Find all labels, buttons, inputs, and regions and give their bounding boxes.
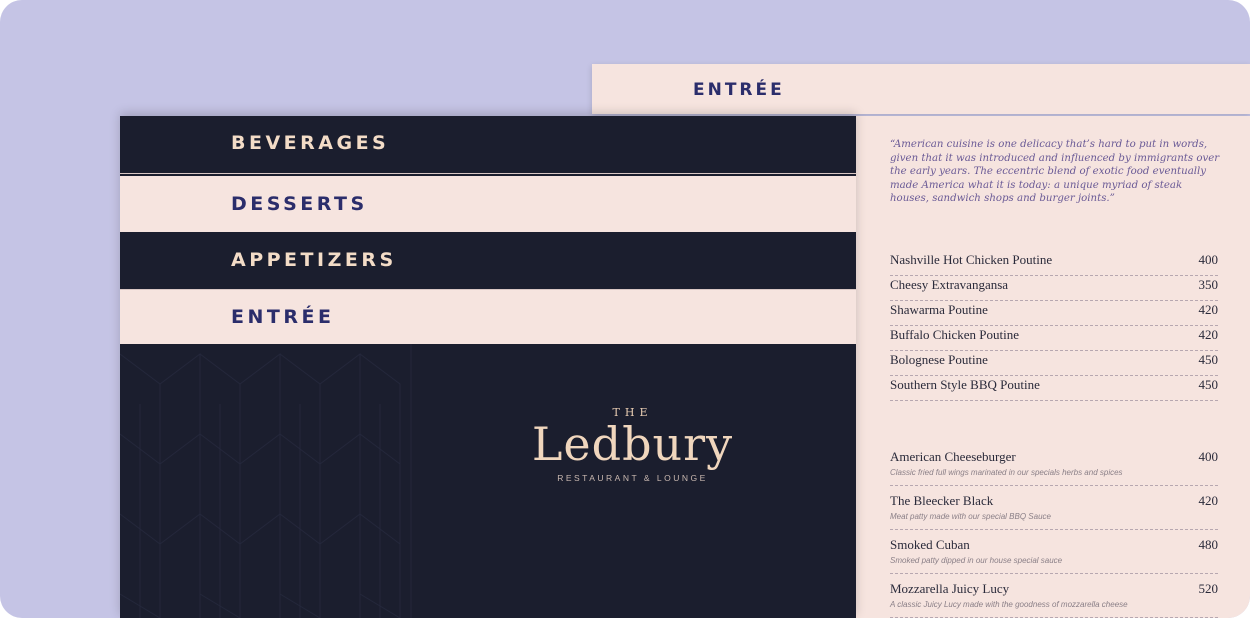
- list-item[interactable]: Bolognese Poutine 450: [890, 351, 1218, 376]
- item-name: Buffalo Chicken Poutine: [890, 327, 1020, 342]
- item-price: 420: [1198, 493, 1219, 508]
- tab-entree-label: ENTRÉE: [693, 80, 785, 100]
- list-item[interactable]: Mozzarella Juicy Lucy 520 A classic Juic…: [890, 574, 1218, 618]
- item-price: 420: [1198, 302, 1219, 317]
- item-name: Smoked Cuban: [890, 537, 970, 552]
- item-description: Smoked patty dipped in our house special…: [890, 556, 1063, 565]
- item-name: Mozzarella Juicy Lucy: [890, 581, 1010, 596]
- list-item[interactable]: Cheesy Extravangansa 350: [890, 276, 1218, 301]
- background-frame: ENTRÉE “American cuisine is one delicacy…: [0, 0, 1250, 618]
- decorative-pattern: [120, 344, 412, 618]
- logo-subtitle: RESTAURANT & LOUNGE: [557, 473, 708, 483]
- item-price: 400: [1198, 252, 1219, 267]
- item-price: 350: [1198, 277, 1219, 292]
- item-price: 450: [1198, 352, 1219, 367]
- list-item[interactable]: Southern Style BBQ Poutine 450: [890, 376, 1218, 401]
- item-price: 450: [1198, 377, 1219, 392]
- item-name: Shawarma Poutine: [890, 302, 988, 317]
- item-name: Southern Style BBQ Poutine: [890, 377, 1040, 392]
- item-name: The Bleecker Black: [890, 493, 994, 508]
- list-item[interactable]: The Bleecker Black 420 Meat patty made w…: [890, 486, 1218, 530]
- item-name: Nashville Hot Chicken Poutine: [890, 252, 1053, 267]
- restaurant-logo: THE Ledbury RESTAURANT & LOUNGE: [500, 406, 765, 483]
- tab-entree-header[interactable]: ENTRÉE: [592, 64, 1250, 114]
- tab-appetizers-label: APPETIZERS: [231, 249, 397, 271]
- logo-name: Ledbury: [531, 417, 734, 471]
- burger-list: American Cheeseburger 400 Classic fried …: [890, 442, 1218, 618]
- item-description: Classic fried full wings marinated in ou…: [890, 468, 1123, 477]
- tab-desserts[interactable]: DESSERTS: [120, 176, 856, 232]
- menu-content-panel: “American cuisine is one delicacy that’s…: [856, 116, 1250, 618]
- list-item[interactable]: Nashville Hot Chicken Poutine 400: [890, 251, 1218, 276]
- item-name: Bolognese Poutine: [890, 352, 988, 367]
- tab-beverages-label: BEVERAGES: [231, 132, 390, 154]
- item-name: Cheesy Extravangansa: [890, 277, 1009, 292]
- tab-entree[interactable]: ENTRÉE: [120, 290, 856, 344]
- list-item[interactable]: Shawarma Poutine 420: [890, 301, 1218, 326]
- tab-beverages[interactable]: BEVERAGES: [120, 116, 856, 173]
- item-price: 400: [1198, 449, 1219, 464]
- item-description: A classic Juicy Lucy made with the goodn…: [890, 600, 1128, 609]
- list-item[interactable]: Smoked Cuban 480 Smoked patty dipped in …: [890, 530, 1218, 574]
- menu-quote: “American cuisine is one delicacy that’s…: [890, 139, 1220, 204]
- divider: [120, 173, 856, 174]
- tab-appetizers[interactable]: APPETIZERS: [120, 233, 856, 289]
- item-price: 420: [1198, 327, 1219, 342]
- poutine-list: Nashville Hot Chicken Poutine 400 Cheesy…: [890, 251, 1218, 401]
- tab-desserts-label: DESSERTS: [231, 193, 368, 215]
- item-price: 480: [1198, 537, 1219, 552]
- item-name: American Cheeseburger: [890, 449, 1016, 464]
- list-item[interactable]: American Cheeseburger 400 Classic fried …: [890, 442, 1218, 486]
- item-price: 520: [1198, 581, 1219, 596]
- tab-entree-category-label: ENTRÉE: [231, 306, 335, 328]
- item-description: Meat patty made with our special BBQ Sau…: [890, 512, 1051, 521]
- category-panel: BEVERAGES DESSERTS APPETIZERS ENTRÉE THE…: [120, 116, 856, 618]
- list-item[interactable]: Buffalo Chicken Poutine 420: [890, 326, 1218, 351]
